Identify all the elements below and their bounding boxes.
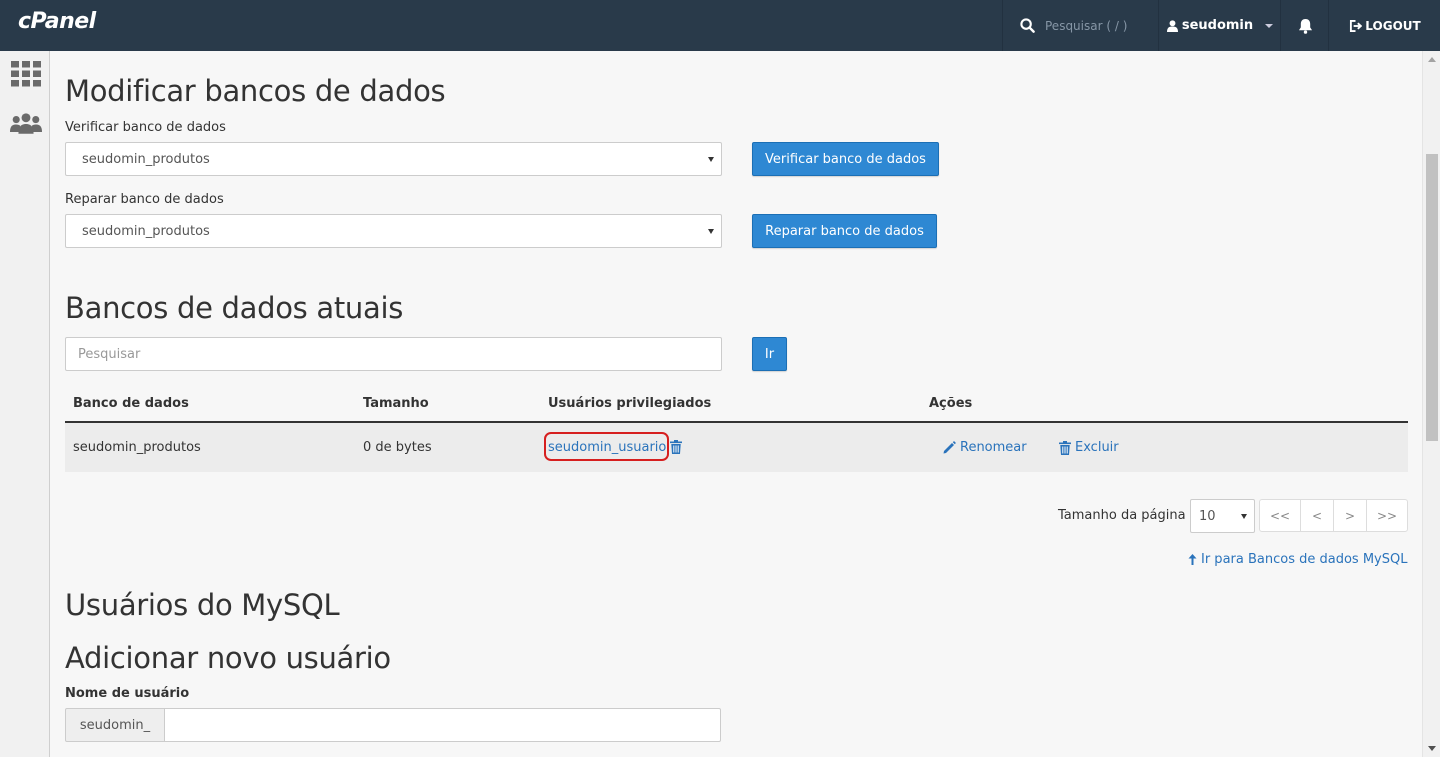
repair-db-selected: seudomin_produtos: [82, 223, 210, 239]
topbar-divider: [1280, 0, 1281, 51]
sidebar-item-users[interactable]: [10, 109, 42, 139]
page-scrollbar[interactable]: [1422, 51, 1440, 757]
repair-db-button[interactable]: Reparar banco de dados: [752, 214, 937, 248]
repair-db-label: Reparar banco de dados: [65, 192, 224, 207]
mysql-users-title: Usuários do MySQL: [65, 588, 340, 622]
topbar-divider: [1158, 0, 1159, 51]
username: seudomin: [1181, 18, 1254, 33]
global-search[interactable]: Pesquisar ( / ): [1004, 0, 1158, 51]
col-header-users: Usuários privilegiados: [548, 396, 712, 411]
cell-database: seudomin_produtos: [73, 440, 201, 455]
goto-mysql-label: Ir para Bancos de dados MySQL: [1201, 552, 1408, 567]
page-size-select[interactable]: 10: [1190, 499, 1255, 533]
annotation-highlight: [544, 432, 669, 461]
logout-label: LOGOUT: [1365, 18, 1421, 33]
first-page-button[interactable]: <<: [1259, 499, 1301, 532]
arrow-up-icon: [1188, 554, 1197, 565]
check-db-select[interactable]: seudomin_produtos: [65, 142, 722, 176]
db-search-input[interactable]: Pesquisar: [65, 337, 722, 371]
cell-size: 0 de bytes: [363, 440, 432, 455]
modify-title: Modificar bancos de dados: [65, 74, 446, 108]
dropdown-arrow-icon: [708, 157, 714, 162]
trash-icon[interactable]: [670, 440, 682, 454]
pencil-icon: [943, 440, 956, 453]
notifications-button[interactable]: [1282, 0, 1328, 51]
last-page-button[interactable]: >>: [1366, 499, 1408, 532]
page-size-value: 10: [1199, 508, 1216, 524]
cpanel-logo[interactable]: cPanel: [18, 9, 96, 34]
global-search-placeholder: Pesquisar ( / ): [1045, 18, 1128, 33]
scrollbar-thumb[interactable]: [1426, 154, 1438, 441]
goto-mysql-link[interactable]: Ir para Bancos de dados MySQL: [1188, 552, 1407, 567]
users-icon: [10, 113, 42, 134]
chevron-down-icon: [1265, 23, 1274, 28]
user-icon: [1166, 19, 1178, 32]
repair-db-select[interactable]: seudomin_produtos: [65, 214, 722, 248]
next-page-button[interactable]: >: [1333, 499, 1367, 532]
col-header-actions: Ações: [929, 396, 973, 411]
go-button[interactable]: Ir: [752, 337, 787, 371]
topbar-divider: [1002, 0, 1003, 51]
username-prefix: seudomin_: [65, 708, 165, 742]
search-icon: [1020, 18, 1035, 33]
user-menu[interactable]: seudomin: [1160, 0, 1280, 51]
top-bar: cPanel Pesquisar ( / ) seudomin LOGOUT: [0, 0, 1440, 51]
dropdown-arrow-icon: [708, 229, 714, 234]
db-search-placeholder: Pesquisar: [78, 346, 141, 362]
username-label: Nome de usuário: [65, 686, 190, 701]
scroll-up-icon[interactable]: [1428, 57, 1436, 62]
grid-icon: [11, 61, 41, 87]
check-db-button[interactable]: Verificar banco de dados: [752, 142, 939, 176]
delete-action[interactable]: Excluir: [1059, 440, 1119, 455]
sidebar-item-home[interactable]: [10, 59, 42, 89]
trash-icon: [1059, 440, 1071, 455]
logout-icon: [1350, 19, 1363, 32]
table-row: [65, 423, 1408, 472]
topbar-divider: [1328, 0, 1329, 51]
dropdown-arrow-icon: [1241, 514, 1247, 519]
prev-page-button[interactable]: <: [1300, 499, 1334, 532]
current-db-title: Bancos de dados atuais: [65, 291, 404, 325]
add-user-title: Adicionar novo usuário: [65, 641, 391, 675]
rename-label: Renomear: [960, 440, 1027, 455]
check-db-selected: seudomin_produtos: [82, 151, 210, 167]
page-size-label: Tamanho da página: [1058, 508, 1186, 523]
username-input[interactable]: [164, 708, 721, 742]
bell-icon: [1298, 18, 1312, 34]
logout-button[interactable]: LOGOUT: [1330, 0, 1440, 51]
rename-action[interactable]: Renomear: [942, 440, 1027, 455]
check-db-label: Verificar banco de dados: [65, 120, 226, 135]
scroll-down-icon[interactable]: [1428, 746, 1436, 751]
col-header-database[interactable]: Banco de dados: [73, 396, 189, 411]
col-header-size[interactable]: Tamanho: [363, 396, 429, 411]
left-sidebar: [0, 51, 50, 757]
delete-label: Excluir: [1075, 440, 1119, 455]
